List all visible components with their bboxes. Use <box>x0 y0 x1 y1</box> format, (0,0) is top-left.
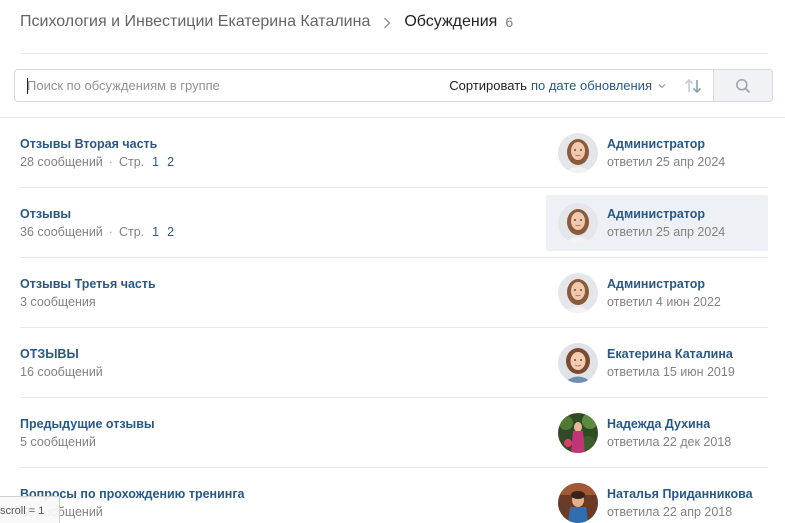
topic-meta: 3 сообщения <box>20 295 96 309</box>
search-bar: Сортировать по дате обновления <box>14 69 773 102</box>
page-title: Обсуждения <box>404 12 498 30</box>
topic-title-link[interactable]: ОТЗЫВЫ <box>20 347 79 361</box>
last-reply: Надежда Духина ответила 22 дек 2018 <box>546 405 768 461</box>
reply-date: ответила 15 июн 2019 <box>607 365 735 379</box>
avatar[interactable] <box>558 413 598 453</box>
avatar[interactable] <box>558 203 598 243</box>
avatar[interactable] <box>558 133 598 173</box>
meta-separator: · <box>108 155 113 169</box>
author-link[interactable]: Екатерина Каталина <box>607 347 733 361</box>
topic-row: Отзывы Вторая часть 28 сообщений · Стр. 1 2 <box>20 118 768 188</box>
last-reply[interactable]: Администратор ответил 25 апр 2024 <box>546 195 768 251</box>
topic-title-link[interactable]: Отзывы Третья часть <box>20 277 156 291</box>
avatar[interactable] <box>558 343 598 383</box>
page-link-1[interactable]: 1 <box>152 155 159 169</box>
topic-meta: 5 сообщений <box>20 435 96 449</box>
sort-label: Сортировать <box>449 78 527 93</box>
page-link-1[interactable]: 1 <box>152 225 159 239</box>
message-count: 36 сообщений <box>20 225 103 239</box>
chevron-down-icon[interactable] <box>657 81 667 91</box>
topic-meta: 28 сообщений · Стр. 1 2 <box>20 155 174 169</box>
topic-meta: 16 сообщений <box>20 365 103 379</box>
topic-row: Отзывы Третья часть 3 сообщения Админист… <box>20 258 768 328</box>
status-tooltip: scroll = 1 <box>0 496 60 523</box>
pages-label: Стр. <box>118 225 145 239</box>
sort-dropdown[interactable]: по дате обновления <box>531 78 652 93</box>
author-link[interactable]: Надежда Духина <box>607 417 710 431</box>
topic-list: Отзывы Вторая часть 28 сообщений · Стр. 1 2 <box>0 118 785 523</box>
reply-date: ответил 25 апр 2024 <box>607 225 726 239</box>
discussions-page: Психология и Инвестиции Екатерина Катали… <box>0 0 785 523</box>
last-reply: Администратор ответил 25 апр 2024 <box>546 125 768 181</box>
topic-row: ОТЗЫВЫ 16 сообщений Екатерина Каталина о… <box>20 328 768 398</box>
author-link[interactable]: Администратор <box>607 207 705 221</box>
message-count: 16 сообщений <box>20 365 103 379</box>
topic-row: Отзывы 36 сообщений · Стр. 1 2 Администр… <box>20 188 768 258</box>
reply-date: ответила 22 дек 2018 <box>607 435 732 449</box>
topic-title-link[interactable]: Предыдущие отзывы <box>20 417 155 431</box>
page-link-2[interactable]: 2 <box>167 225 174 239</box>
message-count: 5 сообщений <box>20 435 96 449</box>
pages-label: Стр. <box>118 155 145 169</box>
topic-row: Вопросы по прохождению тренинга 18 сообщ… <box>20 468 768 523</box>
last-reply: Екатерина Каталина ответила 15 июн 2019 <box>546 335 768 391</box>
author-link[interactable]: Администратор <box>607 277 705 291</box>
discussion-count: 6 <box>505 13 514 30</box>
message-count: 3 сообщения <box>20 295 96 309</box>
message-count: 28 сообщений <box>20 155 103 169</box>
topic-title-link[interactable]: Отзывы Вторая часть <box>20 137 157 151</box>
search-input[interactable] <box>15 70 450 101</box>
reply-date: ответил 4 июн 2022 <box>607 295 721 309</box>
breadcrumb-group-link[interactable]: Психология и Инвестиции Екатерина Катали… <box>20 13 370 31</box>
topic-title-link[interactable]: Отзывы <box>20 207 71 221</box>
chevron-right-icon <box>384 17 391 28</box>
last-reply: Администратор ответил 4 июн 2022 <box>546 265 768 321</box>
text-caret <box>27 78 28 94</box>
search-icon <box>736 78 750 93</box>
breadcrumb: Психология и Инвестиции Екатерина Катали… <box>20 0 768 54</box>
avatar[interactable] <box>558 483 598 523</box>
sort-control: Сортировать по дате обновления <box>449 77 703 95</box>
meta-separator: · <box>108 225 113 239</box>
search-button[interactable] <box>713 70 772 101</box>
sort-order-icon[interactable] <box>683 77 703 95</box>
page-link-2[interactable]: 2 <box>167 155 174 169</box>
reply-date: ответила 22 апр 2018 <box>607 505 733 519</box>
author-link[interactable]: Наталья Приданникова <box>607 487 753 501</box>
last-reply: Наталья Приданникова ответила 22 апр 201… <box>546 475 768 523</box>
topic-row: Предыдущие отзывы 5 сообщений Надежда Ду… <box>20 398 768 468</box>
topic-meta: 36 сообщений · Стр. 1 2 <box>20 225 174 239</box>
avatar[interactable] <box>558 273 598 313</box>
author-link[interactable]: Администратор <box>607 137 705 151</box>
reply-date: ответил 25 апр 2024 <box>607 155 726 169</box>
